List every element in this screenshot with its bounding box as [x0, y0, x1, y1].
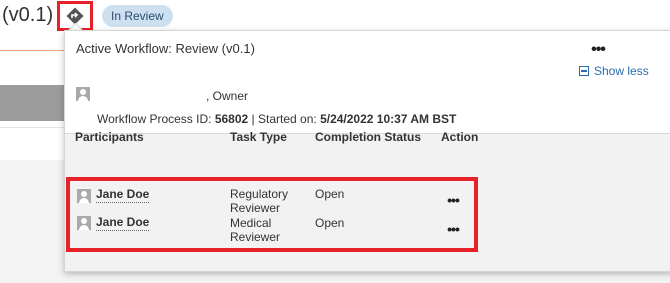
completion-status: Open: [315, 216, 345, 230]
participant-name[interactable]: Jane Doe: [96, 215, 150, 231]
completion-status: Open: [315, 187, 345, 201]
column-header-task-type: Task Type: [230, 130, 287, 144]
row-action-more-icon[interactable]: •••: [442, 192, 464, 208]
started-on-value: 5/24/2022 10:37 AM BST: [320, 112, 457, 126]
collapse-icon: [579, 66, 589, 76]
column-header-participants: Participants: [75, 130, 144, 144]
info-separator: |: [251, 112, 255, 126]
document-version: (v0.1): [2, 4, 54, 26]
show-less-link[interactable]: Show less: [579, 64, 649, 78]
avatar: [76, 87, 90, 101]
status-badge: In Review: [102, 5, 173, 27]
column-header-action: Action: [441, 130, 479, 144]
more-options-icon[interactable]: •••: [585, 41, 611, 58]
owner-row: [76, 87, 90, 101]
column-header-completion-status: Completion Status: [315, 130, 422, 144]
participant-name[interactable]: Jane Doe: [96, 187, 150, 203]
task-type-line2: Reviewer: [230, 230, 281, 244]
process-id-label: Workflow Process ID:: [97, 112, 212, 126]
task-type-line1: Regulatory: [230, 187, 289, 201]
popover-title: Active Workflow: Review (v0.1): [76, 41, 255, 56]
show-less-label: Show less: [594, 64, 649, 78]
owner-role: , Owner: [206, 89, 249, 103]
task-type-line1: Medical: [230, 216, 272, 230]
avatar: [77, 216, 91, 230]
process-info: Workflow Process ID: 56802 | Started on:…: [97, 112, 456, 126]
row-action-more-icon[interactable]: •••: [442, 221, 464, 237]
avatar: [77, 189, 91, 203]
process-id-value: 56802: [214, 112, 249, 126]
task-type-line2: Reviewer: [230, 201, 281, 215]
started-on-label: Started on:: [258, 112, 317, 126]
